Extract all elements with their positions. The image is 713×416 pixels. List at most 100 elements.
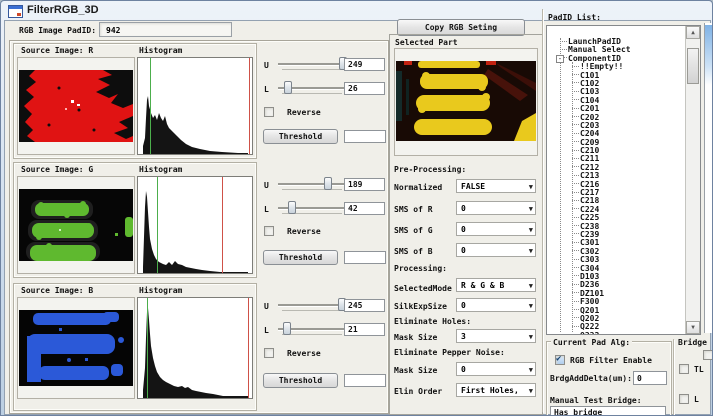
tree-item-c302[interactable]: C302 <box>547 248 685 256</box>
selected-part-title: Selected Part <box>395 38 458 47</box>
tree-item-c217[interactable]: C217 <box>547 189 685 197</box>
silk-exp-size-combo[interactable]: 0▼ <box>456 298 536 312</box>
tree-item-c213[interactable]: C213 <box>547 172 685 180</box>
tree-item-c239[interactable]: C239 <box>547 231 685 239</box>
tree-item-c210[interactable]: C210 <box>547 147 685 155</box>
tree-item-c218[interactable]: C218 <box>547 197 685 205</box>
slider-thumb[interactable] <box>283 322 291 335</box>
tree-item-c201[interactable]: C201 <box>547 105 685 113</box>
channel-r-l-value-field[interactable] <box>344 82 385 95</box>
title-bar[interactable]: FilterRGB_3D <box>1 1 712 20</box>
channel-b-reverse-checkbox[interactable] <box>264 348 274 358</box>
tree-connector-dash <box>572 140 579 142</box>
channel-g-l-value-field[interactable] <box>344 202 385 215</box>
tree-item-c104[interactable]: C104 <box>547 97 685 105</box>
tree-item-c216[interactable]: C216 <box>547 181 685 189</box>
combo-value: 0 <box>461 301 466 310</box>
tree-item-d103[interactable]: D103 <box>547 273 685 281</box>
channel-g-reverse-checkbox[interactable] <box>264 226 274 236</box>
tree-item-c224[interactable]: C224 <box>547 206 685 214</box>
processing-title: Processing: <box>394 264 447 273</box>
scroll-down-button[interactable]: ▼ <box>686 321 700 334</box>
tree-item-c304[interactable]: C304 <box>547 265 685 273</box>
tree-item-c204[interactable]: C204 <box>547 130 685 138</box>
tree-item-c212[interactable]: C212 <box>547 164 685 172</box>
tree-item-empty[interactable]: !!Empty!! <box>547 63 685 71</box>
channel-b-upper-slider[interactable] <box>278 298 348 313</box>
bridge-delta-field[interactable] <box>633 371 667 385</box>
channel-b-u-value-field[interactable] <box>344 299 385 312</box>
tree-item-c301[interactable]: C301 <box>547 239 685 247</box>
tree-item-d236[interactable]: D236 <box>547 281 685 289</box>
channel-b-lower-threshold-line <box>147 298 148 398</box>
normalized-combo[interactable]: FALSE▼ <box>456 179 536 193</box>
manual-test-bridge-field[interactable] <box>550 406 666 416</box>
channel-b-image <box>17 297 135 399</box>
padid-list-title: PadID List: <box>548 13 601 22</box>
channel-r-threshold-button[interactable]: Threshold <box>263 129 338 144</box>
channel-r-threshold-result-field[interactable] <box>344 130 386 143</box>
channel-g-upper-slider[interactable] <box>278 177 348 192</box>
scrollbar-thumb[interactable] <box>687 48 699 84</box>
channel-r-reverse-checkbox[interactable] <box>264 107 274 117</box>
sms-of-r-combo[interactable]: 0▼ <box>456 201 536 215</box>
selected-mode-combo[interactable]: R & G & B▼ <box>456 278 536 292</box>
channel-r-lower-slider[interactable] <box>278 81 348 96</box>
tree-item-c225[interactable]: C225 <box>547 214 685 222</box>
slider-track <box>278 63 348 65</box>
channel-b-threshold-result-field[interactable] <box>344 374 386 387</box>
channel-g-histogram <box>137 176 253 274</box>
tree-item-c203[interactable]: C203 <box>547 122 685 130</box>
tree-connector-dash <box>572 216 579 218</box>
tree-item-c211[interactable]: C211 <box>547 155 685 163</box>
channel-b-threshold-button[interactable]: Threshold <box>263 373 338 388</box>
chevron-down-icon: ▼ <box>529 247 533 255</box>
tree-connector-dash <box>572 291 579 293</box>
channel-r-histogram-bars <box>138 58 252 154</box>
channel-r-u-value-field[interactable] <box>344 58 385 71</box>
current-pad-alg-groupbox: Current Pad Alg: RGB Filter Enable BrdgA… <box>546 341 672 416</box>
tree-item-c209[interactable]: C209 <box>547 139 685 147</box>
channel-r-histogram <box>137 57 253 155</box>
slider-thumb[interactable] <box>324 177 332 190</box>
tree-item-c303[interactable]: C303 <box>547 256 685 264</box>
channel-b-l-value-field[interactable] <box>344 323 385 336</box>
tree-item-q223[interactable]: Q223 <box>547 332 685 335</box>
tree-item-q202[interactable]: Q202 <box>547 315 685 323</box>
tree-item-c103[interactable]: C103 <box>547 88 685 96</box>
scroll-up-button[interactable]: ▲ <box>686 26 700 39</box>
tree-item-q201[interactable]: Q201 <box>547 307 685 315</box>
tree-item-f300[interactable]: F300 <box>547 298 685 306</box>
background-window-fragment-header <box>705 25 713 85</box>
bridge-checkbox-partial[interactable] <box>703 350 713 360</box>
pepper-mask-size-combo[interactable]: 0▼ <box>456 362 536 376</box>
holes-mask-size-combo[interactable]: 3▼ <box>456 329 536 343</box>
tree-item-dz101[interactable]: DZ101 <box>547 290 685 298</box>
channel-g-lower-slider[interactable] <box>278 201 348 216</box>
bridge-tl-checkbox[interactable] <box>679 364 689 374</box>
rgb-filter-enable-checkbox[interactable] <box>555 355 565 365</box>
vertical-splitter[interactable] <box>542 9 543 412</box>
tree-connector-dash <box>572 316 579 318</box>
channel-g-threshold-result-field[interactable] <box>344 251 386 264</box>
channel-b-lower-slider[interactable] <box>278 322 348 337</box>
current-pad-alg-title: Current Pad Alg: <box>551 338 632 347</box>
sms-of-g-combo[interactable]: 0▼ <box>456 222 536 236</box>
channel-g-u-value-field[interactable] <box>344 178 385 191</box>
chevron-down-icon: ▼ <box>529 302 533 310</box>
slider-thumb[interactable] <box>284 81 292 94</box>
channel-g-threshold-button[interactable]: Threshold <box>263 250 338 265</box>
channel-r-upper-slider[interactable] <box>278 57 348 72</box>
tree-item-c102[interactable]: C102 <box>547 80 685 88</box>
tree-expander-icon[interactable]: - <box>556 55 564 63</box>
bridge-l-checkbox[interactable] <box>679 394 689 404</box>
sms-of-b-combo[interactable]: 0▼ <box>456 243 536 257</box>
tree-item-c202[interactable]: C202 <box>547 114 685 122</box>
slider-thumb[interactable] <box>288 201 296 214</box>
channel-g-lower-threshold-line <box>157 177 158 273</box>
tree-scrollbar[interactable]: ▲ ▼ <box>685 26 700 334</box>
tree-item-q222[interactable]: Q222 <box>547 323 685 331</box>
tree-item-c238[interactable]: C238 <box>547 223 685 231</box>
tree-item-c101[interactable]: C101 <box>547 72 685 80</box>
elin-order-combo[interactable]: First Holes,▼ <box>456 383 536 397</box>
